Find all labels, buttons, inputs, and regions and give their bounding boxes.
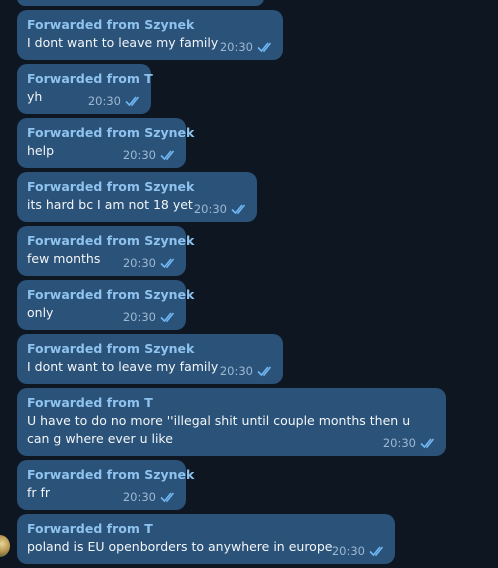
forwarded-from-label[interactable]: Forwarded from Szynek	[27, 287, 194, 303]
message-meta: 20:30	[123, 256, 178, 270]
message-time: 20:30	[122, 490, 156, 504]
message-time: 20:30	[87, 94, 121, 108]
forwarded-from-label[interactable]: Forwarded from Szynek	[27, 125, 194, 141]
forwarded-from-label[interactable]: Forwarded from Szynek	[27, 179, 247, 195]
message-bubble[interactable]: Forwarded from Szynek I dont want to lea…	[17, 334, 283, 384]
forwarded-from-label[interactable]: Forwarded from Szynek	[27, 233, 194, 249]
message-meta: 20:30	[194, 202, 249, 216]
double-check-icon	[231, 203, 249, 215]
double-check-icon	[125, 95, 143, 107]
message-bubble[interactable]: Forwarded from Szynek I dont want to lea…	[17, 10, 283, 60]
message-text: U have to do no more ''illegal shit unti…	[27, 413, 411, 446]
message-meta: 20:30	[220, 364, 275, 378]
message-bubble[interactable]: Forwarded from Szynek its hard bc I am n…	[17, 172, 257, 222]
message-meta: 20:30	[332, 544, 387, 558]
message-bubble[interactable]: Forwarded from T poland is EU openborder…	[17, 514, 395, 564]
message-bubble[interactable]: Forwarded from Szynek few months 20:30	[17, 226, 194, 276]
double-check-icon	[257, 41, 275, 53]
forwarded-from-label[interactable]: Forwarded from Szynek	[27, 341, 273, 357]
message-bubble[interactable]: Forwarded from Szynek fr fr 20:30	[17, 460, 194, 510]
message-time: 20:30	[382, 436, 416, 450]
forwarded-from-label[interactable]: Forwarded from T	[27, 71, 153, 87]
previous-message-bubble-edge	[17, 0, 264, 6]
double-check-icon	[369, 545, 387, 557]
chat-history[interactable]: Forwarded from Szynek I dont want to lea…	[0, 0, 498, 568]
message-time: 20:30	[219, 40, 253, 54]
forwarded-from-label[interactable]: Forwarded from Szynek	[27, 467, 194, 483]
message-bubble[interactable]: Forwarded from T yh 20:30	[17, 64, 153, 114]
message-time: 20:30	[122, 310, 156, 324]
double-check-icon	[160, 491, 178, 503]
double-check-icon	[257, 365, 275, 377]
double-check-icon	[160, 149, 178, 161]
message-meta: 20:30	[123, 310, 178, 324]
message-time: 20:30	[122, 148, 156, 162]
double-check-icon	[160, 257, 178, 269]
message-meta: 20:30	[88, 94, 143, 108]
scrollbar[interactable]	[494, 0, 498, 568]
message-meta: 20:30	[383, 436, 438, 450]
message-meta: 20:30	[123, 148, 178, 162]
sender-avatar[interactable]	[0, 535, 10, 557]
message-bubble[interactable]: Forwarded from Szynek only 20:30	[17, 280, 194, 330]
double-check-icon	[420, 437, 438, 449]
forwarded-from-label[interactable]: Forwarded from T	[27, 395, 436, 411]
message-time: 20:30	[193, 202, 227, 216]
message-bubble[interactable]: Forwarded from Szynek help 20:30	[17, 118, 194, 168]
forwarded-from-label[interactable]: Forwarded from T	[27, 521, 385, 537]
message-meta: 20:30	[220, 40, 275, 54]
double-check-icon	[160, 311, 178, 323]
message-time: 20:30	[331, 544, 365, 558]
message-time: 20:30	[122, 256, 156, 270]
message-time: 20:30	[219, 364, 253, 378]
message-meta: 20:30	[123, 490, 178, 504]
message-bubble[interactable]: Forwarded from T U have to do no more ''…	[17, 388, 446, 456]
forwarded-from-label[interactable]: Forwarded from Szynek	[27, 17, 273, 33]
